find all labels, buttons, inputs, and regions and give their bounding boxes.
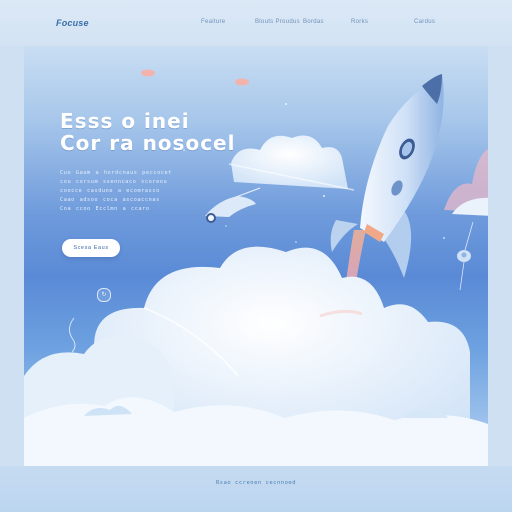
satellite-ship bbox=[205, 187, 261, 223]
replay-icon[interactable]: ↻ bbox=[97, 288, 111, 302]
footer: Rsao ccrenen cecnnoed bbox=[0, 466, 512, 512]
small-cloud-pink bbox=[141, 69, 155, 77]
landing-page: Focuse Feaiture Blouts Proudus Bordas Ro… bbox=[0, 0, 512, 512]
nav-link-boards[interactable]: Bordas bbox=[303, 19, 324, 25]
nav-link-works[interactable]: Rorks bbox=[351, 19, 368, 25]
small-cloud-pink-2 bbox=[235, 78, 249, 86]
decor-swirl bbox=[68, 317, 76, 353]
footer-text[interactable]: Rsao ccrenen cecnnoed bbox=[0, 480, 512, 486]
rocket bbox=[330, 74, 444, 278]
brand-logo[interactable]: Focuse bbox=[56, 18, 89, 28]
foreground-clouds bbox=[24, 246, 488, 466]
nav-link-products[interactable]: Blouts Proudus bbox=[255, 19, 300, 25]
hero-section: Esss o inei Cor ra nosocel Cuo Gaum a ho… bbox=[24, 46, 488, 466]
hero-body-line-1: Cuo Gaum a hordcnaus peccocet bbox=[60, 170, 172, 176]
hero-body-line-4: Caao adsoo coca ascoaccnas bbox=[60, 197, 160, 203]
hero-headline-line-2: Cor ra nosocel bbox=[60, 131, 236, 155]
hero-body-line-3: coocce casdune a ecomrasco bbox=[60, 188, 160, 194]
probe-balloon bbox=[457, 221, 474, 291]
cta-button[interactable]: Scesa Eaus bbox=[62, 239, 120, 257]
hero-headline-line-1: Esss o inei bbox=[60, 109, 190, 133]
nav-link-cards[interactable]: Cardus bbox=[414, 19, 435, 25]
hero-body-line-2: cou corsum ssenncaco scoreou bbox=[60, 179, 168, 185]
nav-link-features[interactable]: Feaiture bbox=[201, 19, 225, 25]
top-navigation: Focuse Feaiture Blouts Proudus Bordas Ro… bbox=[0, 0, 512, 46]
hero-body-line-5: Coa ccoo Ecclmn a ccaro bbox=[60, 206, 150, 212]
